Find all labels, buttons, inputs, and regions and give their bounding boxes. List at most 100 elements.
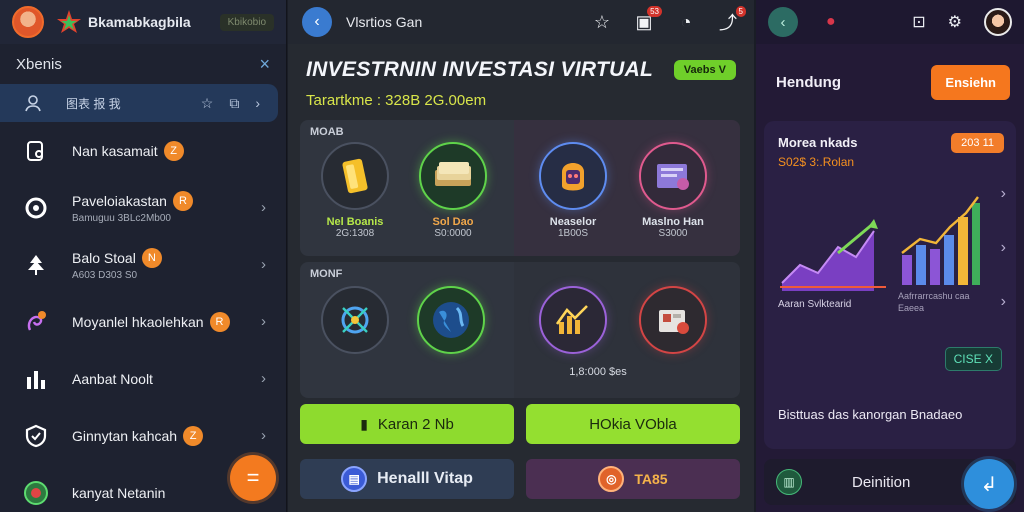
tile-asset[interactable] bbox=[536, 286, 610, 354]
sidebar-item-1[interactable]: Paveloiakastan R Bamuguu 3BLc2Mb00 › bbox=[0, 179, 286, 236]
sidebar-item-label: kanyat Netanin bbox=[72, 484, 166, 501]
bar-chart-icon bbox=[22, 365, 50, 393]
chevron-right-icon: › bbox=[261, 199, 266, 216]
alert-icon[interactable]: ● bbox=[826, 13, 836, 31]
share-icon[interactable]: ⤴ 5 bbox=[716, 6, 746, 34]
status-badge: R bbox=[209, 311, 230, 332]
tax-button[interactable]: ◎ TA85 bbox=[526, 459, 740, 499]
tile-value: 2G:1308 bbox=[335, 228, 375, 239]
chevron-right-icon: › bbox=[261, 427, 266, 444]
tile-asset[interactable] bbox=[636, 286, 710, 354]
sidebar-item-4[interactable]: Aanbat Noolt › bbox=[0, 350, 286, 407]
tile-asset[interactable] bbox=[318, 286, 392, 354]
avatar[interactable] bbox=[12, 6, 44, 38]
grid-label: MONF bbox=[310, 268, 343, 280]
center-toolbar: ‹ Vlsrtios Gan ☆ ▣ 53 ◔ ⤴ 5 bbox=[288, 0, 754, 44]
grid-row-2: MONF 1,8:000 $es bbox=[300, 262, 740, 398]
sidebar-item-sub: A603 D303 S0 bbox=[72, 270, 138, 281]
back-button[interactable]: ‹ bbox=[768, 7, 798, 37]
definition-label: Deinition bbox=[852, 473, 911, 491]
sidebar-item-label: Moyanlel hkaolehkan bbox=[72, 313, 204, 330]
chart-caption: Aafrrarrcashu caa bbox=[898, 291, 970, 301]
window-title: Vlsrtios Gan bbox=[346, 14, 423, 30]
sidebar-active-item[interactable]: 图表 报 我 ☆ ⧉ › bbox=[0, 84, 278, 122]
grid-label: MOAB bbox=[310, 126, 344, 138]
tile-value: 1B00S bbox=[557, 228, 589, 239]
settings-icon[interactable]: ⚙ bbox=[948, 12, 962, 32]
sidebar-item-5[interactable]: Ginnytan kahcah Z › bbox=[0, 407, 286, 464]
sidebar-item-label: Balo Stoal bbox=[72, 250, 136, 266]
tile-asset[interactable]: Sol Dao S0:0000 bbox=[416, 142, 490, 239]
primary-action-button[interactable]: ▮ Karan 2 Nb bbox=[300, 404, 514, 444]
card-footer: Bisttuas das kanorgan Bnadaeo bbox=[778, 407, 963, 422]
page-subtitle: Tarartkme : 328B 2G.00em bbox=[306, 92, 487, 109]
sidebar-item-2[interactable]: Balo Stoal N A603 D303 S0 › bbox=[0, 236, 286, 293]
sidebar-header: Bkamabkagbila Kbikobio bbox=[0, 0, 286, 44]
search-doc-icon bbox=[22, 137, 50, 165]
center-header: INVESTRNIN INVESTASI VIRTUAL Tarartkme :… bbox=[288, 44, 754, 118]
grid-row-1: MOAB Nel Boanis 2G:1308 Sol Dao S0:0000 bbox=[300, 120, 740, 256]
card-title: Morea nkads bbox=[778, 135, 858, 150]
sidebar-section-header: Xbenis × bbox=[0, 44, 286, 84]
chevron-right-icon: › bbox=[261, 370, 266, 387]
status-badge: Z bbox=[183, 425, 204, 446]
trend-chart-icon bbox=[539, 286, 607, 354]
tile-asset[interactable]: Maslno Han S3000 bbox=[636, 142, 710, 239]
tile-name: Sol Dao bbox=[432, 216, 474, 228]
logo-star-icon bbox=[57, 10, 81, 33]
wallet-button[interactable]: ▤ Henalll Vitap bbox=[300, 459, 514, 499]
grid-icon[interactable]: ⧉ bbox=[229, 95, 239, 112]
chevron-right-icon[interactable]: › bbox=[1001, 293, 1006, 311]
bar-chart-illustration bbox=[901, 196, 980, 285]
section-title: Xbenis bbox=[16, 55, 62, 73]
area-chart-illustration bbox=[780, 219, 886, 291]
chart-caption: Eaeea bbox=[898, 303, 925, 313]
right-header: Hendung Ensiehn bbox=[756, 44, 1024, 120]
close-chip-button[interactable]: CISE X bbox=[944, 347, 1002, 371]
fab-action-button[interactable]: ↲ bbox=[964, 459, 1014, 509]
globe-icon bbox=[417, 286, 485, 354]
tile-asset[interactable]: Nel Boanis 2G:1308 bbox=[318, 142, 392, 239]
document-chart-icon bbox=[639, 142, 707, 210]
tile-value: S0:0000 bbox=[434, 228, 472, 239]
cta-button[interactable]: Ensiehn bbox=[931, 64, 1010, 100]
card-badge[interactable]: 203 11 bbox=[951, 133, 1004, 153]
tile-asset[interactable]: Neaselor 1B00S bbox=[536, 142, 610, 239]
star-icon[interactable]: ☆ bbox=[201, 95, 214, 112]
avatar[interactable] bbox=[984, 8, 1012, 36]
left-sidebar: Bkamabkagbila Kbikobio Xbenis × 图表 报 我 ☆… bbox=[0, 0, 287, 512]
status-badge: R bbox=[172, 191, 193, 211]
chevron-right-icon[interactable]: › bbox=[1001, 185, 1006, 203]
notification-icon[interactable]: ▣ 53 bbox=[632, 6, 662, 34]
network-icon bbox=[321, 286, 389, 354]
app-root: Bkamabkagbila Kbikobio Xbenis × 图表 报 我 ☆… bbox=[0, 0, 1024, 512]
center-panel: ‹ Vlsrtios Gan ☆ ▣ 53 ◔ ⤴ 5 INVESTRNIN INV… bbox=[288, 0, 754, 512]
swirl-icon bbox=[22, 308, 50, 336]
fab-menu-button[interactable]: = bbox=[230, 455, 276, 501]
tile-name: Maslno Han bbox=[642, 216, 704, 228]
close-icon[interactable]: × bbox=[259, 54, 270, 75]
chevron-right-icon[interactable]: › bbox=[255, 95, 260, 111]
chevron-right-icon: › bbox=[261, 256, 266, 273]
tile-asset[interactable] bbox=[414, 286, 488, 354]
star-icon[interactable]: ☆ bbox=[590, 10, 614, 34]
back-button[interactable]: ‹ bbox=[302, 7, 332, 37]
clock-icon[interactable]: ◔ bbox=[674, 10, 698, 34]
card-subtitle: S02$ 3:.Rolan bbox=[778, 155, 855, 169]
property-icon bbox=[639, 286, 707, 354]
gold-bar-icon bbox=[321, 142, 389, 210]
sidebar-item-label: Nan kasamait bbox=[72, 142, 158, 159]
sidebar-item-0[interactable]: Nan kasamait Z bbox=[0, 122, 286, 179]
chevron-right-icon[interactable]: › bbox=[1001, 239, 1006, 257]
sidebar-item-3[interactable]: Moyanlel hkaolehkan R › bbox=[0, 293, 286, 350]
page-title: INVESTRNIN INVESTASI VIRTUAL bbox=[306, 58, 654, 81]
globe-icon bbox=[22, 479, 50, 507]
status-badge: Z bbox=[163, 140, 184, 161]
sidebar-item-label: Paveloiakastan bbox=[72, 193, 167, 209]
button-label: Karan 2 Nb bbox=[377, 415, 454, 433]
tile-name: Neaselor bbox=[549, 216, 597, 228]
bookmark-icon[interactable]: ⊡ bbox=[912, 12, 925, 32]
secondary-action-button[interactable]: HOkia VObla bbox=[526, 404, 740, 444]
status-pill[interactable]: Vaebs V bbox=[673, 60, 736, 80]
shield-icon bbox=[22, 422, 50, 450]
